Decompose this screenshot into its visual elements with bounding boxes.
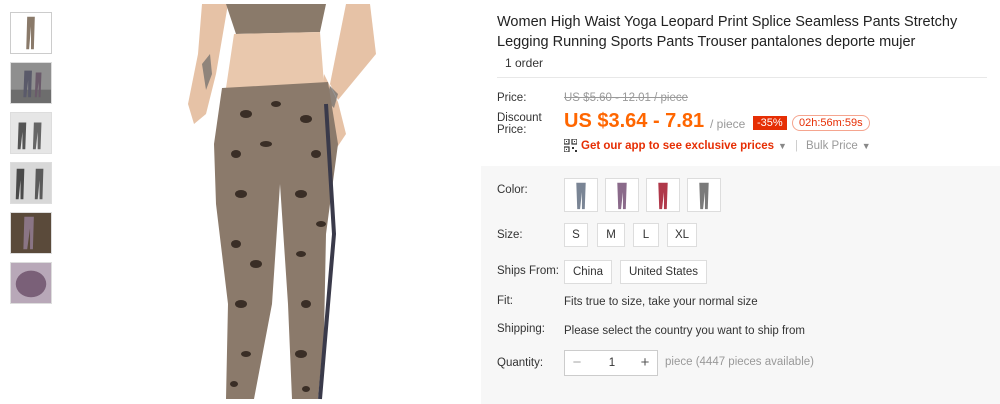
thumbnail-list <box>10 12 54 312</box>
discount-price-label-line-1: Discount <box>497 112 542 124</box>
original-price: US $5.60 - 12.01 / piece <box>564 92 689 104</box>
per-piece-unit: / piece <box>710 117 746 131</box>
color-swatch-grey[interactable] <box>687 178 721 212</box>
quantity-minus-button[interactable]: − <box>565 351 589 375</box>
thumbnail-6[interactable] <box>10 262 52 304</box>
shipping-value: Please select the country you want to sh… <box>564 325 805 337</box>
shipping-label: Shipping: <box>497 323 545 335</box>
quantity-label: Quantity: <box>497 357 544 369</box>
size-option-xl[interactable]: XL <box>667 223 697 247</box>
thumbnail-1[interactable] <box>10 12 52 54</box>
quantity-stepper: − 1 + <box>564 350 658 376</box>
product-main-image[interactable] <box>76 4 472 404</box>
quantity-availability: piece (4447 pieces available) <box>665 356 814 368</box>
discount-badge: -35% <box>753 116 787 130</box>
color-label: Color: <box>497 184 528 196</box>
color-swatch-purple[interactable] <box>605 178 639 212</box>
price-block: Price: US $5.60 - 12.01 / piece Discount… <box>481 82 1000 164</box>
fit-value: Fits true to size, take your normal size <box>564 296 758 308</box>
ships-from-united-states[interactable]: United States <box>620 260 707 284</box>
size-option-m[interactable]: M <box>597 223 625 247</box>
thumbnail-5[interactable] <box>10 212 52 254</box>
product-title: Women High Waist Yoga Leopard Print Spli… <box>497 14 958 50</box>
price-label: Price: <box>497 92 527 104</box>
app-price-row: Get our app to see exclusive prices ▼ | … <box>563 138 871 153</box>
color-swatch-red[interactable] <box>646 178 680 212</box>
quantity-input[interactable]: 1 <box>589 351 635 375</box>
thumbnail-2[interactable] <box>10 62 52 104</box>
discount-price: US $3.64 - 7.81 <box>564 110 705 132</box>
ships-from-label: Ships From: <box>497 265 559 277</box>
size-option-l[interactable]: L <box>633 223 659 247</box>
bulk-price-link[interactable]: Bulk Price <box>806 140 858 152</box>
quantity-unit: piece <box>665 356 693 368</box>
quantity-available: (4447 pieces available) <box>695 356 814 368</box>
fit-label: Fit: <box>497 295 513 307</box>
discount-price-label-line-2: Price: <box>497 124 527 136</box>
thumbnail-4[interactable] <box>10 162 52 204</box>
chevron-down-icon[interactable]: ▼ <box>862 141 871 151</box>
ships-from-china[interactable]: China <box>564 260 612 284</box>
qr-code-icon <box>563 138 578 153</box>
order-count: 1 order <box>497 52 987 78</box>
get-app-link[interactable]: Get our app to see exclusive prices <box>581 140 774 152</box>
size-option-s[interactable]: S <box>564 223 588 247</box>
size-label: Size: <box>497 229 523 241</box>
countdown-timer: 02h:56m:59s <box>792 115 870 131</box>
quantity-plus-button[interactable]: + <box>633 351 657 375</box>
product-details: Women High Waist Yoga Leopard Print Spli… <box>481 0 1000 404</box>
chevron-down-icon[interactable]: ▼ <box>778 141 787 151</box>
options-panel: Color: Size: S M L XL Ships From: China … <box>481 166 1000 404</box>
thumbnail-3[interactable] <box>10 112 52 154</box>
divider: | <box>794 139 798 152</box>
discount-price-label: Discount Price: <box>497 112 542 136</box>
color-swatch-grey-blue[interactable] <box>564 178 598 212</box>
